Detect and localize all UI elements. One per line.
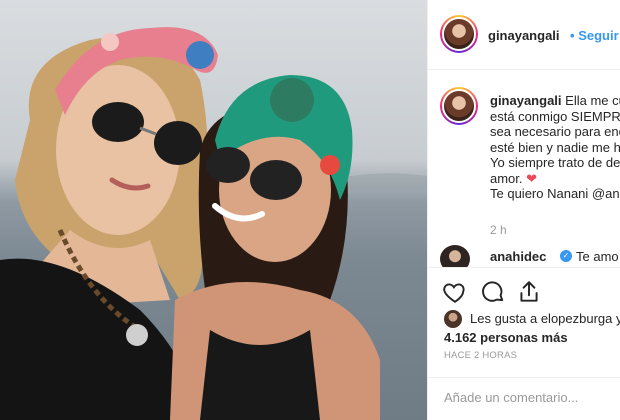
heart-icon[interactable] (442, 279, 468, 305)
caption-avatar[interactable] (440, 87, 478, 125)
caption-line-6: Te quiero Nanani @ana (490, 186, 620, 202)
caption-line-6-text: Te quiero Nanani @ana (490, 186, 620, 201)
commenter-username[interactable]: anahidec (490, 249, 546, 264)
commenter-avatar[interactable] (440, 245, 470, 267)
post-header: ginayangali • Seguir (428, 0, 620, 70)
comment-icon[interactable] (480, 279, 506, 305)
post-timestamp: HACE 2 HORAS (444, 350, 518, 361)
caption-line-2: sea necesario para enc (490, 124, 620, 139)
likes-count[interactable]: 4.162 personas más (444, 329, 568, 346)
share-icon[interactable] (516, 279, 542, 305)
caption-time: 2 h (490, 223, 507, 237)
separator-dot: • (570, 28, 575, 43)
post-side-panel: ginayangali • Seguir ginayangali Ella me… (427, 0, 620, 420)
comments-section[interactable]: ginayangali Ella me cu está conmigo SIEM… (428, 71, 620, 267)
photo-illustration (0, 27, 427, 420)
caption-line-4: Yo siempre trato de de (490, 155, 620, 170)
caption-username[interactable]: ginayangali (490, 93, 562, 108)
caption-line: ginayangali Ella me cu (490, 93, 620, 109)
profile-avatar[interactable] (440, 15, 478, 53)
comment-row: anahidec ✓ Te amo (440, 245, 620, 267)
comment-input[interactable] (444, 390, 614, 405)
heart-emoji-icon: ❤ (526, 170, 538, 186)
likes-line-1: Les gusta a elopezburga y (470, 311, 620, 326)
post-actions: Les gusta a elopezburga y 4.162 personas… (428, 267, 620, 387)
add-comment-bar (428, 377, 620, 420)
caption-line-0: Ella me cu (565, 93, 620, 108)
liker-avatar (444, 310, 462, 328)
follow-label[interactable]: Seguir (578, 28, 618, 43)
post-photo[interactable] (0, 0, 427, 420)
header-username[interactable]: ginayangali (488, 28, 560, 43)
follow-button[interactable]: • Seguir (570, 28, 619, 43)
caption-text: ginayangali Ella me cu está conmigo SIEM… (490, 93, 620, 202)
caption-line-5-text: amor. (490, 170, 523, 186)
comment-text: Te amo (576, 249, 619, 264)
caption-line-3: esté bien y nadie me h (490, 139, 620, 155)
caption-line-5: amor. ❤ (490, 171, 620, 187)
verified-badge-icon: ✓ (560, 250, 572, 262)
caption-line-1: está conmigo SIEMPRE (490, 108, 620, 124)
